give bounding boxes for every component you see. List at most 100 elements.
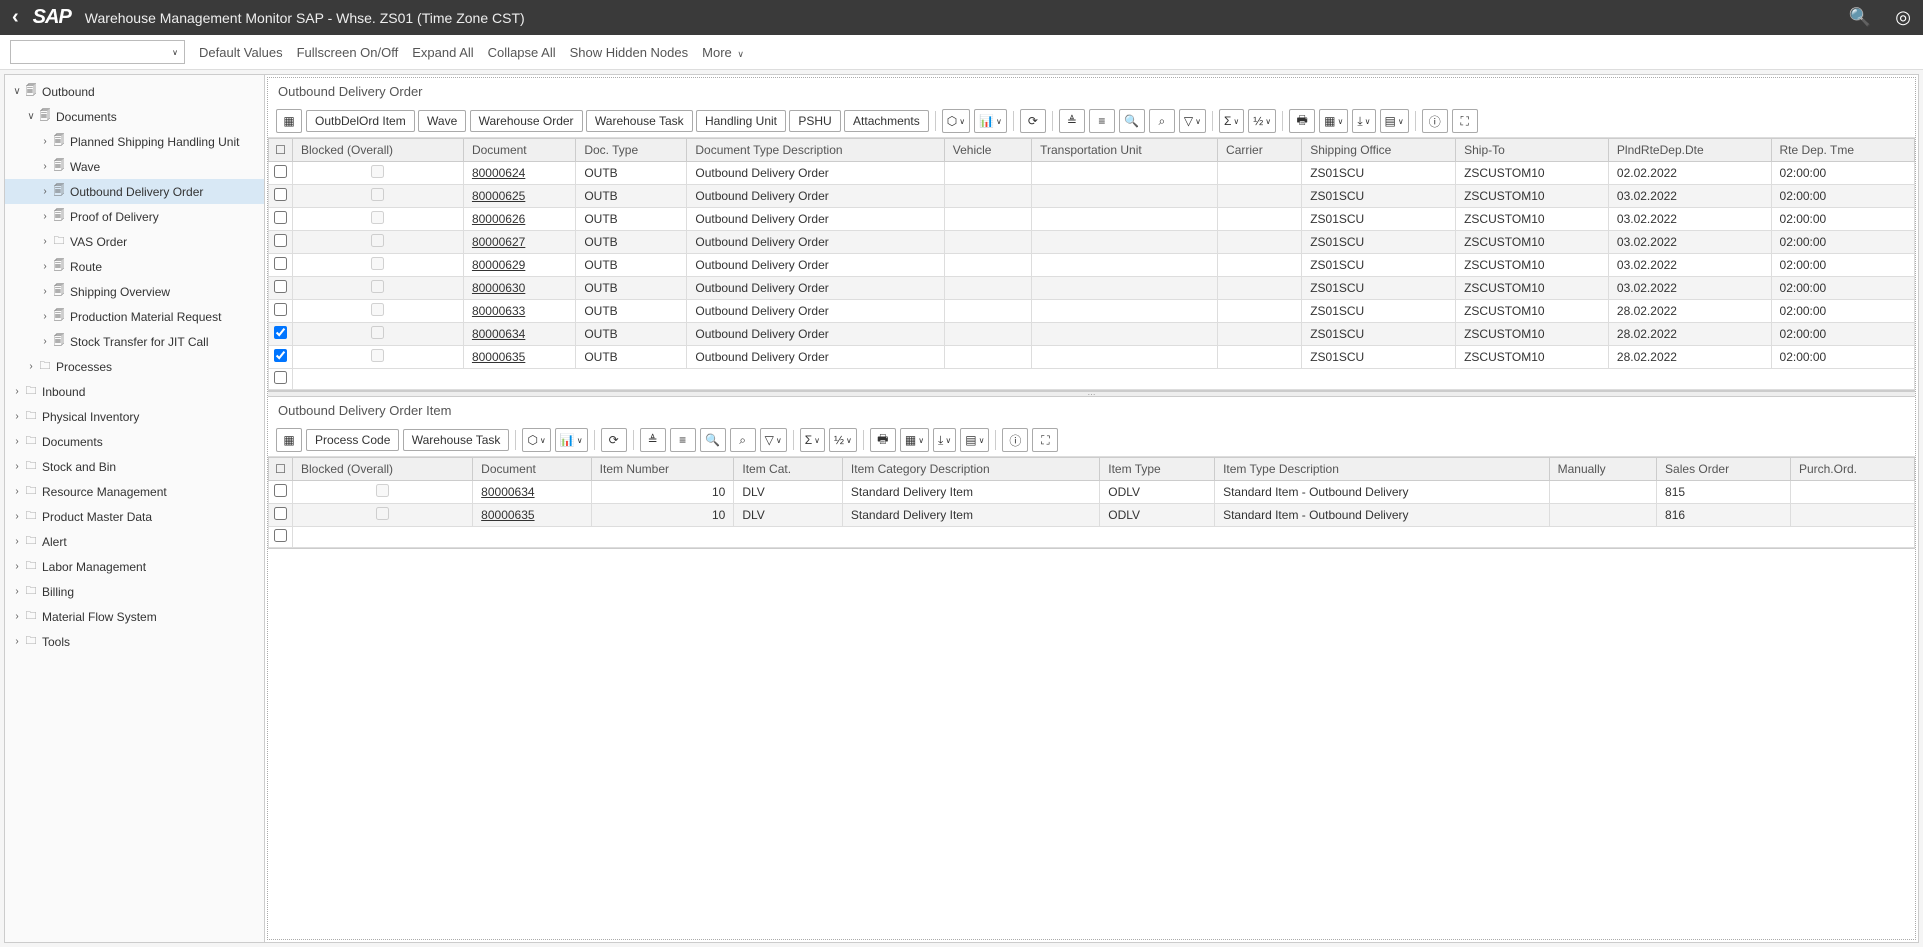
btn-warehouse-task[interactable]: Warehouse Task — [403, 429, 510, 451]
col-header[interactable]: Item Number — [591, 458, 734, 481]
tb-more[interactable]: More ∨ — [702, 45, 744, 60]
expand-icon[interactable]: › — [11, 411, 23, 422]
settings-icon[interactable]: ▦ — [276, 109, 302, 133]
row-checkbox[interactable] — [274, 349, 287, 362]
export-icon[interactable]: ⤓∨ — [933, 428, 956, 452]
btn-process-code[interactable]: Process Code — [306, 429, 399, 451]
cell-document[interactable]: 80000630 — [463, 277, 575, 300]
cell-document[interactable]: 80000629 — [463, 254, 575, 277]
col-header[interactable]: Item Category Description — [842, 458, 1099, 481]
col-header[interactable]: Document — [473, 458, 591, 481]
nav-material-flow-system[interactable]: ›🗀Material Flow System — [5, 604, 264, 629]
col-header[interactable]: Shipping Office — [1302, 139, 1456, 162]
col-header[interactable]: Item Type Description — [1215, 458, 1550, 481]
find-icon[interactable]: 🔍 — [700, 428, 726, 452]
expand-icon[interactable]: › — [11, 636, 23, 647]
col-header[interactable]: Rte Dep. Tme — [1771, 139, 1914, 162]
filter-icon[interactable]: ▽∨ — [1179, 109, 1206, 133]
nav-documents[interactable]: ›🗀Documents — [5, 429, 264, 454]
cell-document[interactable]: 80000635 — [463, 346, 575, 369]
col-header[interactable]: Manually — [1549, 458, 1656, 481]
cube-icon[interactable]: ⬡∨ — [942, 109, 970, 133]
back-icon[interactable]: ‹ — [12, 6, 19, 29]
nav-route[interactable]: ›🗐Route — [5, 254, 264, 279]
info-icon[interactable]: ⓘ — [1002, 428, 1028, 452]
row-checkbox[interactable] — [274, 303, 287, 316]
cell-document[interactable]: 80000624 — [463, 162, 575, 185]
row-checkbox[interactable] — [274, 188, 287, 201]
row-checkbox[interactable] — [274, 507, 287, 520]
excel-icon[interactable]: ▦∨ — [1319, 109, 1348, 133]
expand-icon[interactable]: › — [11, 511, 23, 522]
expand-icon[interactable]: › — [25, 361, 37, 372]
expand-icon[interactable]: › — [39, 161, 51, 172]
table-row[interactable]: 80000629OUTBOutbound Delivery OrderZS01S… — [269, 254, 1915, 277]
expand-icon[interactable]: › — [39, 136, 51, 147]
find-icon[interactable]: 🔍 — [1119, 109, 1145, 133]
col-header[interactable]: Carrier — [1218, 139, 1302, 162]
sum-icon[interactable]: Σ∨ — [800, 428, 825, 452]
nav-inbound[interactable]: ›🗀Inbound — [5, 379, 264, 404]
panel1-grid[interactable]: ☐Blocked (Overall)DocumentDoc. TypeDocum… — [268, 138, 1915, 390]
row-checkbox[interactable] — [274, 165, 287, 178]
sort-desc-icon[interactable]: ≡ — [1089, 109, 1115, 133]
btn-handling-unit[interactable]: Handling Unit — [696, 110, 786, 132]
btn-warehouse-task[interactable]: Warehouse Task — [586, 110, 693, 132]
nav-physical-inventory[interactable]: ›🗀Physical Inventory — [5, 404, 264, 429]
nav-alert[interactable]: ›🗀Alert — [5, 529, 264, 554]
expand-icon[interactable]: › — [11, 386, 23, 397]
expand-icon[interactable]: › — [11, 436, 23, 447]
sort-asc-icon[interactable]: ≜ — [1059, 109, 1085, 133]
cell-document[interactable]: 80000627 — [463, 231, 575, 254]
cell-document[interactable]: 80000634 — [473, 481, 591, 504]
expand-icon[interactable]: ⛶ — [1032, 428, 1058, 452]
cell-document[interactable]: 80000634 — [463, 323, 575, 346]
settings-icon[interactable]: ▦ — [276, 428, 302, 452]
expand-icon[interactable]: › — [11, 486, 23, 497]
row-checkbox[interactable] — [274, 484, 287, 497]
sort-asc-icon[interactable]: ≜ — [640, 428, 666, 452]
col-header[interactable]: Vehicle — [944, 139, 1031, 162]
cell-document[interactable]: 80000635 — [473, 504, 591, 527]
help-icon[interactable]: ◎ — [1895, 7, 1911, 28]
filter-icon[interactable]: ▽∨ — [760, 428, 787, 452]
col-header[interactable]: Sales Order — [1657, 458, 1791, 481]
sum-icon[interactable]: Σ∨ — [1219, 109, 1244, 133]
nav-tools[interactable]: ›🗀Tools — [5, 629, 264, 654]
expand-icon[interactable]: › — [11, 586, 23, 597]
row-checkbox[interactable] — [274, 280, 287, 293]
nav-wave[interactable]: ›🗐Wave — [5, 154, 264, 179]
col-header[interactable]: Ship-To — [1456, 139, 1609, 162]
nav-vas-order[interactable]: ›🗀VAS Order — [5, 229, 264, 254]
tb-show-hidden[interactable]: Show Hidden Nodes — [570, 45, 689, 60]
refresh-icon[interactable]: ⟳ — [1020, 109, 1046, 133]
cell-document[interactable]: 80000625 — [463, 185, 575, 208]
expand-icon[interactable]: › — [39, 211, 51, 222]
col-header[interactable]: Item Type — [1100, 458, 1215, 481]
select-all-header[interactable]: ☐ — [269, 139, 293, 162]
select-all-header[interactable]: ☐ — [269, 458, 293, 481]
nav-stock-and-bin[interactable]: ›🗀Stock and Bin — [5, 454, 264, 479]
nav-production-material-request[interactable]: ›🗐Production Material Request — [5, 304, 264, 329]
table-row[interactable]: 8000063510DLVStandard Delivery ItemODLVS… — [269, 504, 1915, 527]
tb-collapse-all[interactable]: Collapse All — [488, 45, 556, 60]
col-header[interactable]: Document Type Description — [687, 139, 944, 162]
expand-icon[interactable]: › — [39, 236, 51, 247]
print-icon[interactable]: 🖶 — [870, 428, 896, 452]
col-header[interactable]: Document — [463, 139, 575, 162]
btn-outbdelord-item[interactable]: OutbDelOrd Item — [306, 110, 415, 132]
nav-product-master-data[interactable]: ›🗀Product Master Data — [5, 504, 264, 529]
col-header[interactable]: Blocked (Overall) — [293, 139, 464, 162]
nav-planned-shipping-handling-unit[interactable]: ›🗐Planned Shipping Handling Unit — [5, 129, 264, 154]
cube-icon[interactable]: ⬡∨ — [522, 428, 550, 452]
expand-icon[interactable]: ∨ — [11, 86, 23, 97]
table-row[interactable]: 8000063410DLVStandard Delivery ItemODLVS… — [269, 481, 1915, 504]
expand-icon[interactable]: › — [39, 261, 51, 272]
excel-icon[interactable]: ▦∨ — [900, 428, 929, 452]
cell-document[interactable]: 80000626 — [463, 208, 575, 231]
find-next-icon[interactable]: ⌕ — [730, 428, 756, 452]
sort-desc-icon[interactable]: ≡ — [670, 428, 696, 452]
col-header[interactable]: Doc. Type — [576, 139, 687, 162]
variant-select[interactable]: ∨ — [10, 40, 185, 64]
nav-stock-transfer-for-jit-call[interactable]: ›🗐Stock Transfer for JIT Call — [5, 329, 264, 354]
